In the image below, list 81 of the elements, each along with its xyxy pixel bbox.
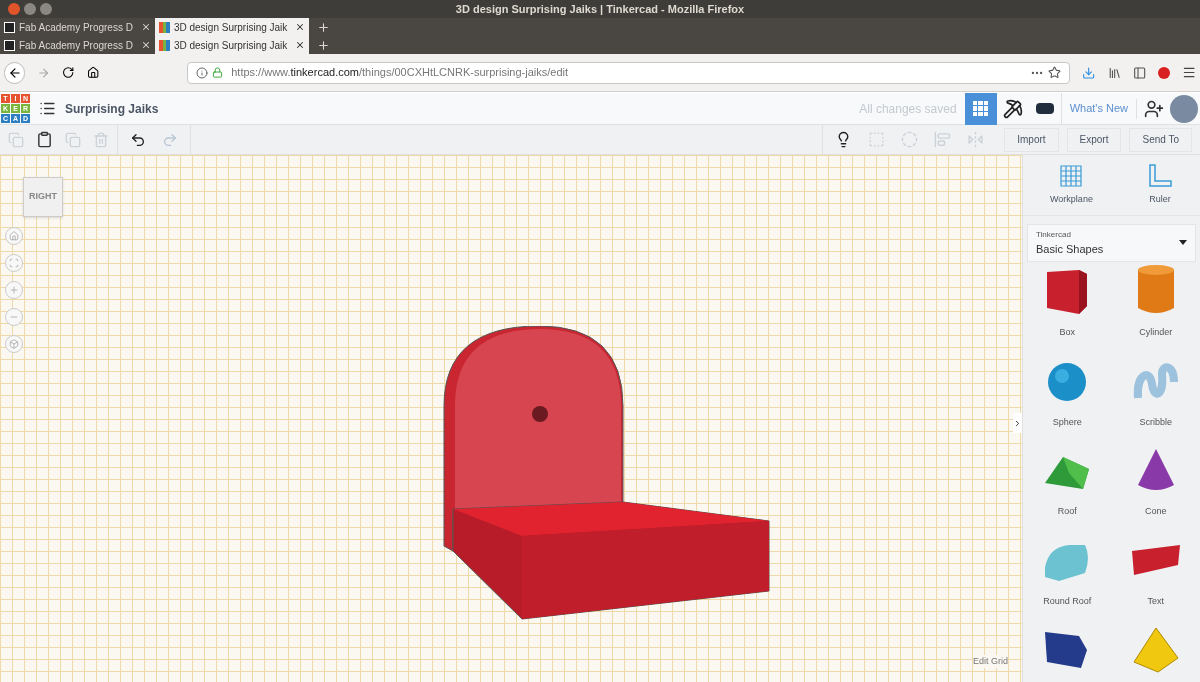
- browser-tab[interactable]: 3D design Surprising Jaik: [154, 18, 310, 36]
- tab-title: 3D design Surprising Jaik: [173, 20, 288, 35]
- download-icon[interactable]: [1082, 65, 1096, 80]
- browser-tab[interactable]: 3D design Surprising Jaik: [154, 36, 310, 54]
- chevron-right-icon: [1013, 418, 1022, 428]
- ruler-icon: [1146, 163, 1173, 189]
- shape-label: Scribble: [1139, 415, 1172, 429]
- edit-grid-label[interactable]: Edit Grid: [973, 654, 1008, 668]
- grid-plane-icon: [1058, 163, 1085, 189]
- shape-label: Text: [1147, 594, 1164, 608]
- tab-favicon-icon: [158, 21, 170, 33]
- caret-icon: [1179, 240, 1187, 246]
- tab-favicon-icon: [4, 39, 15, 51]
- shape-tile[interactable]: Scribble: [1111, 353, 1200, 429]
- shape-tile[interactable]: Text: [1111, 532, 1200, 608]
- pickaxe-icon[interactable]: [1002, 98, 1023, 119]
- tab-favicon-icon: [158, 39, 170, 51]
- panel-collapse-button[interactable]: [1013, 413, 1022, 433]
- address-field[interactable]: https://www.tinkercad.com/things/00CXHtLCNRK-surprising-jaiks/edit: [187, 61, 1071, 84]
- close-window-icon[interactable]: [8, 3, 20, 15]
- reload-icon[interactable]: [62, 66, 75, 79]
- browser-tab[interactable]: Fab Academy Progress D: [0, 36, 155, 54]
- shape-label: Box: [1059, 326, 1075, 339]
- adblock-icon[interactable]: [1158, 66, 1170, 79]
- undo-icon[interactable]: [130, 131, 146, 148]
- shape-tile[interactable]: Cone: [1111, 443, 1200, 519]
- window-title: 3D design Surprising Jaiks | Tinkercad - Mozilla Firefox: [455, 1, 745, 17]
- tab-close-icon[interactable]: [140, 40, 151, 50]
- shape-label: Sphere: [1052, 415, 1082, 429]
- dropdown-value: Basic Shapes: [1036, 241, 1105, 257]
- shape-tile[interactable]: Cylinder: [1111, 264, 1200, 340]
- shape-label: Cylinder: [1139, 326, 1173, 339]
- home-icon[interactable]: [86, 66, 100, 79]
- design-name[interactable]: Surprising Jaiks: [65, 99, 159, 118]
- toolbar-button[interactable]: Import: [1004, 127, 1059, 152]
- add-user-icon[interactable]: [1143, 98, 1164, 119]
- design-list-icon[interactable]: [39, 100, 56, 117]
- tab-close-icon[interactable]: [295, 22, 306, 32]
- workplane-grid[interactable]: RIGHT Edit Grid: [0, 155, 1022, 682]
- grid-view-button[interactable]: [964, 92, 997, 125]
- clipboard-icon[interactable]: [36, 131, 53, 148]
- shape-tile[interactable]: Box: [1023, 264, 1112, 340]
- tab-title: 3D design Surprising Jaik: [173, 38, 288, 53]
- tool-button[interactable]: Workplane: [1050, 163, 1093, 207]
- library-icon[interactable]: [1107, 65, 1121, 80]
- info-icon: [196, 66, 209, 79]
- dropdown-caption: Tinkercad: [1036, 228, 1072, 241]
- back-arrow-icon: [7, 65, 22, 80]
- library-dropdown[interactable]: Tinkercad Basic Shapes: [1027, 223, 1196, 262]
- menu-icon[interactable]: [1181, 65, 1196, 80]
- tab-favicon-icon: [4, 21, 15, 33]
- shape-label: Roof: [1057, 505, 1077, 518]
- zoom-in-icon: [9, 285, 19, 295]
- url-text: https://www.tinkercad.com/things/00CXHtLCNRK-surprising-jaiks/edit: [231, 65, 569, 81]
- new-tab-icon[interactable]: [317, 38, 331, 52]
- bookmark-star-icon[interactable]: [1048, 66, 1062, 79]
- grid-icon: [973, 101, 989, 116]
- tab-close-icon[interactable]: [140, 22, 151, 32]
- back-button[interactable]: [4, 61, 26, 84]
- brick-icon[interactable]: [1035, 103, 1054, 114]
- lock-icon: [212, 67, 224, 78]
- minimize-window-icon[interactable]: [24, 3, 36, 15]
- new-tab-icon[interactable]: [317, 20, 331, 34]
- sidebar-icon[interactable]: [1132, 65, 1147, 80]
- tab-title: Fab Academy Progress D: [19, 38, 133, 53]
- shape-label: Round Roof: [1043, 594, 1092, 608]
- browser-tab[interactable]: Fab Academy Progress D: [0, 18, 155, 36]
- toolbar-button[interactable]: Export: [1066, 127, 1122, 152]
- tab-title: Fab Academy Progress D: [19, 20, 133, 35]
- fit-view-icon: [9, 258, 19, 268]
- shape-tile[interactable]: Sphere: [1023, 353, 1112, 429]
- shape-label: Cone: [1145, 505, 1167, 518]
- maximize-window-icon[interactable]: [40, 3, 52, 15]
- shape-tile[interactable]: Round Roof: [1023, 532, 1112, 608]
- tool-button[interactable]: Ruler: [1146, 163, 1173, 207]
- toolbar-button[interactable]: Send To: [1129, 127, 1192, 152]
- shape-tile[interactable]: Roof: [1023, 443, 1112, 519]
- tab-close-icon[interactable]: [295, 40, 306, 50]
- bracket-model-drawing[interactable]: [443, 326, 771, 622]
- home-icon: [9, 231, 19, 241]
- cube-outline-icon: [9, 339, 19, 349]
